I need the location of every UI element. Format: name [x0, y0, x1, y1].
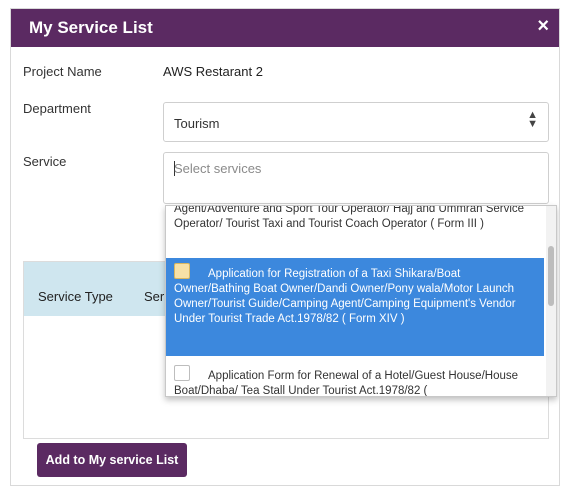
dropdown-option[interactable]: Agent/Adventure and Sport Tour Operator/… — [166, 205, 544, 250]
modal-title: My Service List — [29, 18, 153, 37]
modal-header: My Service List × — [11, 9, 559, 47]
column-header-service: Ser — [144, 289, 165, 304]
department-select[interactable]: Tourism ▲ ▼ — [163, 102, 549, 142]
service-label: Service — [23, 154, 67, 169]
option-checkbox-checked[interactable] — [174, 263, 190, 279]
service-placeholder: Select services — [174, 161, 262, 176]
close-icon[interactable]: × — [537, 16, 549, 36]
project-name-value: AWS Restarant 2 — [163, 64, 263, 79]
option-label: Agent/Adventure and Sport Tour Operator/… — [174, 205, 525, 230]
option-label: Application for Registration of a Taxi S… — [174, 268, 516, 325]
option-label: Application Form for Renewal of a Hotel/… — [174, 370, 519, 397]
scrollbar-thumb[interactable] — [548, 246, 554, 306]
project-name-label: Project Name — [23, 64, 102, 79]
department-label: Department — [23, 101, 91, 116]
service-multiselect[interactable]: Select services — [163, 152, 549, 204]
dropdown-scrollbar[interactable] — [546, 206, 556, 396]
dropdown-option[interactable]: Application Form for Renewal of a Hotel/… — [166, 362, 544, 397]
option-checkbox[interactable] — [174, 365, 190, 381]
service-list-modal: My Service List × Project Name AWS Resta… — [10, 8, 560, 486]
dropdown-option-selected[interactable]: Application for Registration of a Taxi S… — [166, 258, 544, 356]
department-selected-value: Tourism — [174, 116, 220, 131]
select-arrows-icon: ▲ ▼ — [527, 109, 538, 130]
service-dropdown-list[interactable]: Agent/Adventure and Sport Tour Operator/… — [165, 205, 557, 397]
add-to-service-list-button[interactable]: Add to My service List — [37, 443, 187, 477]
column-header-service-type: Service Type — [38, 289, 113, 304]
